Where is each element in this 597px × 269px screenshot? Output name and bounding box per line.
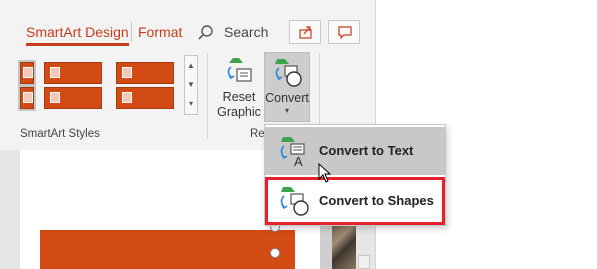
swatch-knob — [122, 67, 132, 78]
swatch-knob — [23, 92, 33, 103]
mouse-cursor-icon — [318, 163, 332, 183]
reset-label-line2: Graphic — [217, 105, 261, 119]
swatch-knob — [23, 67, 33, 78]
convert-dropdown-menu: A Convert to Text Convert to Shapes — [264, 124, 446, 226]
style-swatch[interactable] — [18, 85, 36, 111]
tab-smartart-design[interactable]: SmartArt Design — [26, 24, 129, 46]
swatch-knob — [122, 92, 132, 103]
share-button[interactable] — [289, 20, 321, 44]
smartart-shape[interactable] — [40, 230, 295, 269]
gallery-scrollbar[interactable]: ▲ ▼ ▾ — [184, 55, 198, 115]
gallery-scroll-up[interactable]: ▲ — [185, 56, 197, 75]
reset-graphic-icon — [227, 58, 252, 82]
convert-caret: ▾ — [284, 106, 289, 115]
share-icon — [299, 26, 312, 39]
convert-to-text-icon: A — [280, 137, 305, 167]
powerpoint-window: SmartArt Design Format Search ▲ ▼ ▾ Smar… — [0, 0, 597, 269]
convert-icon — [275, 59, 302, 87]
search-icon[interactable] — [197, 24, 215, 42]
group-divider — [207, 54, 208, 138]
style-swatch[interactable] — [116, 62, 174, 84]
menu-item-label: Convert to Shapes — [319, 193, 434, 208]
ribbon-tab-bar: SmartArt Design Format Search — [0, 0, 375, 46]
convert-to-shapes-icon — [280, 187, 309, 216]
smartart-styles-gallery — [14, 56, 184, 116]
gallery-scroll-down[interactable]: ▼ — [185, 75, 197, 94]
style-swatch[interactable] — [44, 62, 102, 84]
svg-text:A: A — [294, 154, 303, 167]
convert-label: Convert — [265, 91, 309, 105]
menu-item-label: Convert to Text — [319, 143, 414, 158]
reset-graphic-button[interactable]: Reset Graphic — [214, 52, 264, 124]
swatch-knob — [50, 92, 60, 103]
comment-button[interactable] — [328, 20, 360, 44]
menu-item-convert-to-text[interactable]: A Convert to Text — [265, 127, 445, 175]
search-label[interactable]: Search — [224, 24, 268, 40]
vertical-scrollbar[interactable] — [358, 255, 370, 269]
gallery-more[interactable]: ▾ — [185, 94, 197, 113]
tab-divider — [131, 22, 132, 42]
group-label-reset: Re — [250, 128, 265, 140]
comment-icon — [338, 26, 352, 39]
group-label-smartart-styles: SmartArt Styles — [20, 128, 100, 140]
convert-button[interactable]: Convert ▾ — [264, 52, 310, 122]
style-swatch[interactable] — [44, 87, 102, 109]
style-swatch[interactable] — [116, 87, 174, 109]
style-swatch[interactable] — [18, 60, 36, 86]
resize-handle[interactable] — [270, 248, 280, 258]
reset-label-line1: Reset — [222, 90, 256, 104]
swatch-knob — [50, 67, 60, 78]
tab-format[interactable]: Format — [138, 24, 182, 40]
menu-item-convert-to-shapes[interactable]: Convert to Shapes — [265, 177, 445, 225]
